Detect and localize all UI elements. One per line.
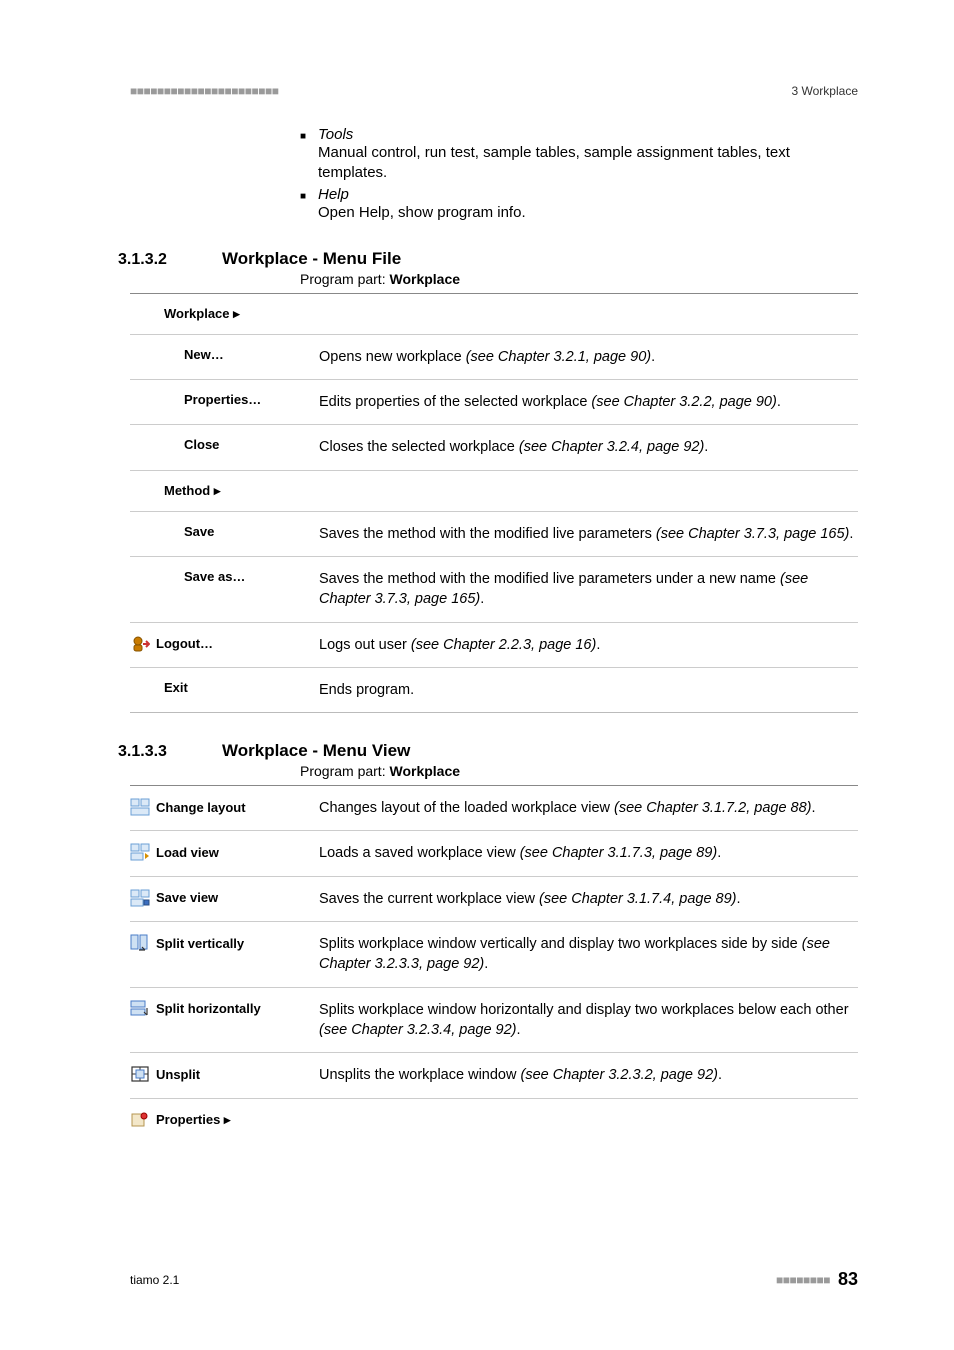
menu-file-table: Workplace ▸ New… Opens new workplace (se… (130, 293, 858, 713)
row-desc (315, 471, 858, 495)
table-row: Save view Saves the current workplace vi… (130, 877, 858, 922)
row-desc: Saves the method with the modified live … (315, 512, 858, 556)
table-row: Split horizontally Splits workplace wind… (130, 988, 858, 1054)
row-desc: Saves the method with the modified live … (315, 557, 858, 622)
row-label: Split vertically (130, 922, 315, 964)
row-label: Close (130, 425, 315, 464)
change-layout-icon (130, 798, 150, 816)
table-row: Save Saves the method with the modified … (130, 512, 858, 557)
row-desc (315, 294, 858, 318)
program-part-label: Program part: (300, 763, 389, 779)
intro-item-desc: Manual control, run test, sample tables,… (318, 143, 858, 184)
row-desc: Ends program. (315, 668, 858, 712)
page-number: 83 (838, 1269, 858, 1290)
row-desc: Edits properties of the selected workpla… (315, 380, 858, 424)
table-row: Load view Loads a saved workplace view (… (130, 831, 858, 876)
intro-item-title: Help (318, 186, 858, 203)
properties-icon (130, 1111, 150, 1129)
table-row: Method ▸ (130, 471, 858, 512)
section-title: Workplace - Menu File (222, 249, 401, 269)
split-horizontally-icon (130, 1000, 150, 1018)
program-part-value: Workplace (389, 271, 460, 287)
row-label: Properties… (130, 380, 315, 419)
menu-view-table: Change layout Changes layout of the load… (130, 785, 858, 1140)
load-view-icon (130, 843, 150, 861)
program-part: Program part: Workplace (300, 271, 858, 287)
row-label: Workplace ▸ (130, 294, 315, 334)
row-label: Save view (130, 877, 315, 919)
unsplit-icon (130, 1065, 150, 1083)
row-label: Method ▸ (130, 471, 315, 511)
program-part: Program part: Workplace (300, 763, 858, 779)
row-label: Logout… (130, 623, 315, 665)
table-row: Split vertically Splits workplace window… (130, 922, 858, 988)
row-label: Save as… (130, 557, 315, 596)
section-heading: 3.1.3.2 Workplace - Menu File (118, 249, 858, 269)
logout-icon (130, 635, 150, 653)
row-label: Save (130, 512, 315, 551)
table-row: Save as… Saves the method with the modif… (130, 557, 858, 623)
section-heading: 3.1.3.3 Workplace - Menu View (118, 741, 858, 761)
section-number: 3.1.3.3 (118, 743, 222, 761)
row-desc: Closes the selected workplace (see Chapt… (315, 425, 858, 469)
row-desc: Changes layout of the loaded workplace v… (315, 786, 858, 830)
footer-deco: ■■■■■■■■ (776, 1273, 830, 1287)
row-desc: Splits workplace window vertically and d… (315, 922, 858, 987)
table-row: Change layout Changes layout of the load… (130, 786, 858, 831)
section-title: Workplace - Menu View (222, 741, 410, 761)
row-label: Load view (130, 831, 315, 873)
row-desc: Unsplits the workplace window (see Chapt… (315, 1053, 858, 1097)
row-desc: Saves the current workplace view (see Ch… (315, 877, 858, 921)
table-row: Close Closes the selected workplace (see… (130, 425, 858, 470)
page-footer: tiamo 2.1 ■■■■■■■■ 83 (130, 1269, 858, 1290)
row-desc: Splits workplace window horizontally and… (315, 988, 858, 1053)
row-label: Split horizontally (130, 988, 315, 1030)
row-desc: Loads a saved workplace view (see Chapte… (315, 831, 858, 875)
intro-item-title: Tools (318, 126, 858, 143)
page-header: ■■■■■■■■■■■■■■■■■■■■■■ 3 Workplace (130, 84, 858, 98)
footer-product: tiamo 2.1 (130, 1273, 179, 1287)
row-label: Unsplit (130, 1053, 315, 1095)
split-vertically-icon (130, 934, 150, 952)
section-number: 3.1.3.2 (118, 251, 222, 269)
intro-bullets: ■ Tools Manual control, run test, sample… (300, 126, 858, 223)
row-desc: Logs out user (see Chapter 2.2.3, page 1… (315, 623, 858, 667)
row-label: Change layout (130, 786, 315, 828)
program-part-value: Workplace (389, 763, 460, 779)
save-view-icon (130, 889, 150, 907)
row-label: Exit (130, 668, 315, 707)
row-desc: Opens new workplace (see Chapter 3.2.1, … (315, 335, 858, 379)
program-part-label: Program part: (300, 271, 389, 287)
table-row: Workplace ▸ (130, 294, 858, 335)
row-desc (315, 1099, 858, 1123)
row-label: Properties ▸ (130, 1099, 315, 1141)
table-row: Properties ▸ (130, 1099, 858, 1141)
table-row: Logout… Logs out user (see Chapter 2.2.3… (130, 623, 858, 668)
intro-item-desc: Open Help, show program info. (318, 203, 858, 223)
row-label: New… (130, 335, 315, 374)
table-row: Properties… Edits properties of the sele… (130, 380, 858, 425)
table-row: New… Opens new workplace (see Chapter 3.… (130, 335, 858, 380)
table-row: Unsplit Unsplits the workplace window (s… (130, 1053, 858, 1098)
bullet-icon: ■ (300, 126, 318, 184)
header-deco: ■■■■■■■■■■■■■■■■■■■■■■ (130, 84, 278, 98)
header-section: 3 Workplace (792, 84, 858, 98)
bullet-icon: ■ (300, 186, 318, 223)
table-row: Exit Ends program. (130, 668, 858, 713)
